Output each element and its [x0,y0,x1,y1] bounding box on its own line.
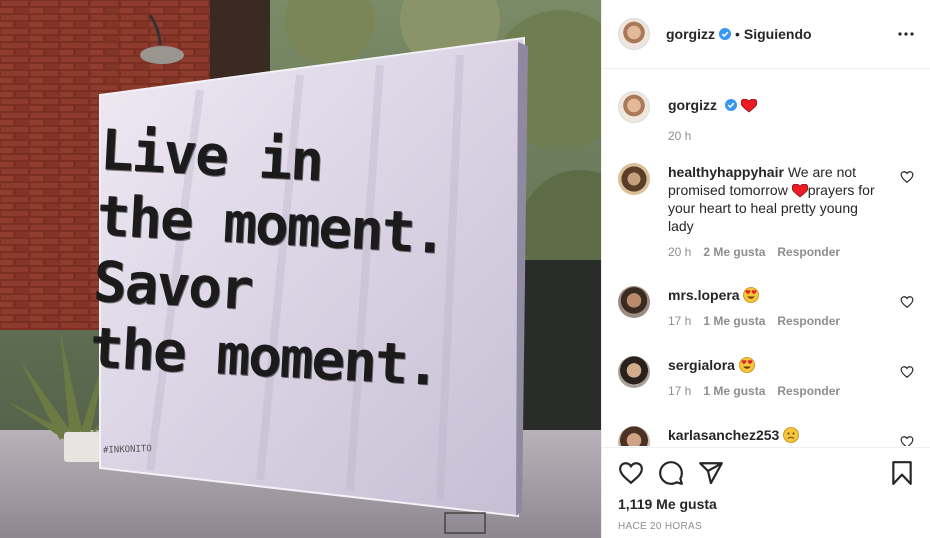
bookmark-icon[interactable] [889,460,915,486]
post-photo[interactable]: Live in the moment. Savor the moment. #I… [0,0,601,538]
reply-button[interactable]: Responder [777,245,840,259]
comment-body: healthyhappyhair We are not promised tom… [668,163,878,259]
heart-eyes-emoji-icon [738,357,755,373]
comment-username[interactable]: sergialora [668,357,735,373]
post-sidebar: gorgizz • Siguiendo gorgizz 20 h healthy… [601,0,930,538]
caption-meta: 20 h [668,129,878,143]
post-timestamp[interactable]: HACE 20 HORAS [618,521,702,532]
caption-body: gorgizz 20 h [668,91,878,143]
comment-body: karlasanchez253 [668,426,878,446]
header-user: gorgizz • Siguiendo [666,26,812,42]
caption-avatar[interactable] [618,91,650,123]
reply-button[interactable]: Responder [777,314,840,328]
comment-item: healthyhappyhair We are not promised tom… [618,163,918,259]
heart-icon[interactable] [618,460,644,486]
comment-username[interactable]: healthyhappyhair [668,164,784,180]
comments-list[interactable]: gorgizz 20 h healthyhappyhair We are not… [602,70,930,446]
comment-likes[interactable]: 1 Me gusta [703,314,765,328]
comment-item: karlasanchez253 [618,426,918,446]
comment-avatar[interactable] [618,163,650,195]
comment-avatar[interactable] [618,426,650,446]
comment-avatar[interactable] [618,356,650,388]
red-heart-emoji-icon [740,99,757,113]
comment-icon[interactable] [658,460,684,486]
post-header: gorgizz • Siguiendo [602,0,930,69]
comment-body: mrs.lopera 17 h 1 Me gusta Responder [668,286,878,328]
verified-icon [719,28,731,40]
header-username[interactable]: gorgizz [666,26,715,42]
header-separator: • [735,26,740,42]
caption: gorgizz 20 h [618,91,918,143]
owner-avatar[interactable] [618,18,650,50]
comment-avatar[interactable] [618,286,650,318]
comment-text: healthyhappyhair We are not promised tom… [668,163,878,235]
sad-face-emoji-icon [783,427,800,443]
red-heart-emoji-icon [791,184,808,198]
following-button[interactable]: Siguiendo [744,26,812,42]
comment-text: sergialora [668,356,878,374]
likes-count[interactable]: 1,119 Me gusta [618,496,717,512]
post-actions: 1,119 Me gusta HACE 20 HORAS [602,447,930,538]
caption-text: gorgizz [668,96,878,114]
comment-text: karlasanchez253 [668,426,878,444]
comment-username[interactable]: mrs.lopera [668,287,740,303]
like-comment-heart-icon[interactable] [900,365,914,379]
caption-time[interactable]: 20 h [668,129,691,143]
comment-meta: 20 h 2 Me gusta Responder [668,245,878,259]
like-comment-heart-icon[interactable] [900,435,914,446]
comment-meta: 17 h 1 Me gusta Responder [668,314,878,328]
action-icons [618,460,915,488]
comment-meta: 17 h 1 Me gusta Responder [668,384,878,398]
wall-tag: #INKONITO [102,444,152,456]
comment-time[interactable]: 17 h [668,314,691,328]
comment-likes[interactable]: 2 Me gusta [703,245,765,259]
heart-eyes-emoji-icon [743,287,760,303]
more-options-icon[interactable] [894,22,918,46]
like-comment-heart-icon[interactable] [900,170,914,184]
comment-text: mrs.lopera [668,286,878,304]
verified-icon [724,99,737,111]
comment-body: sergialora 17 h 1 Me gusta Responder [668,356,878,398]
comment-username[interactable]: karlasanchez253 [668,427,779,443]
comment-time[interactable]: 17 h [668,384,691,398]
comment-likes[interactable]: 1 Me gusta [703,384,765,398]
wall-text: Live in the moment. Savor the moment. [88,118,521,404]
caption-username[interactable]: gorgizz [668,97,717,113]
instagram-post-modal: Live in the moment. Savor the moment. #I… [0,0,930,538]
comment-item: sergialora 17 h 1 Me gusta Responder [618,356,918,398]
comment-item: mrs.lopera 17 h 1 Me gusta Responder [618,286,918,328]
comment-time[interactable]: 20 h [668,245,691,259]
like-comment-heart-icon[interactable] [900,295,914,309]
reply-button[interactable]: Responder [777,384,840,398]
share-icon[interactable] [698,460,724,486]
